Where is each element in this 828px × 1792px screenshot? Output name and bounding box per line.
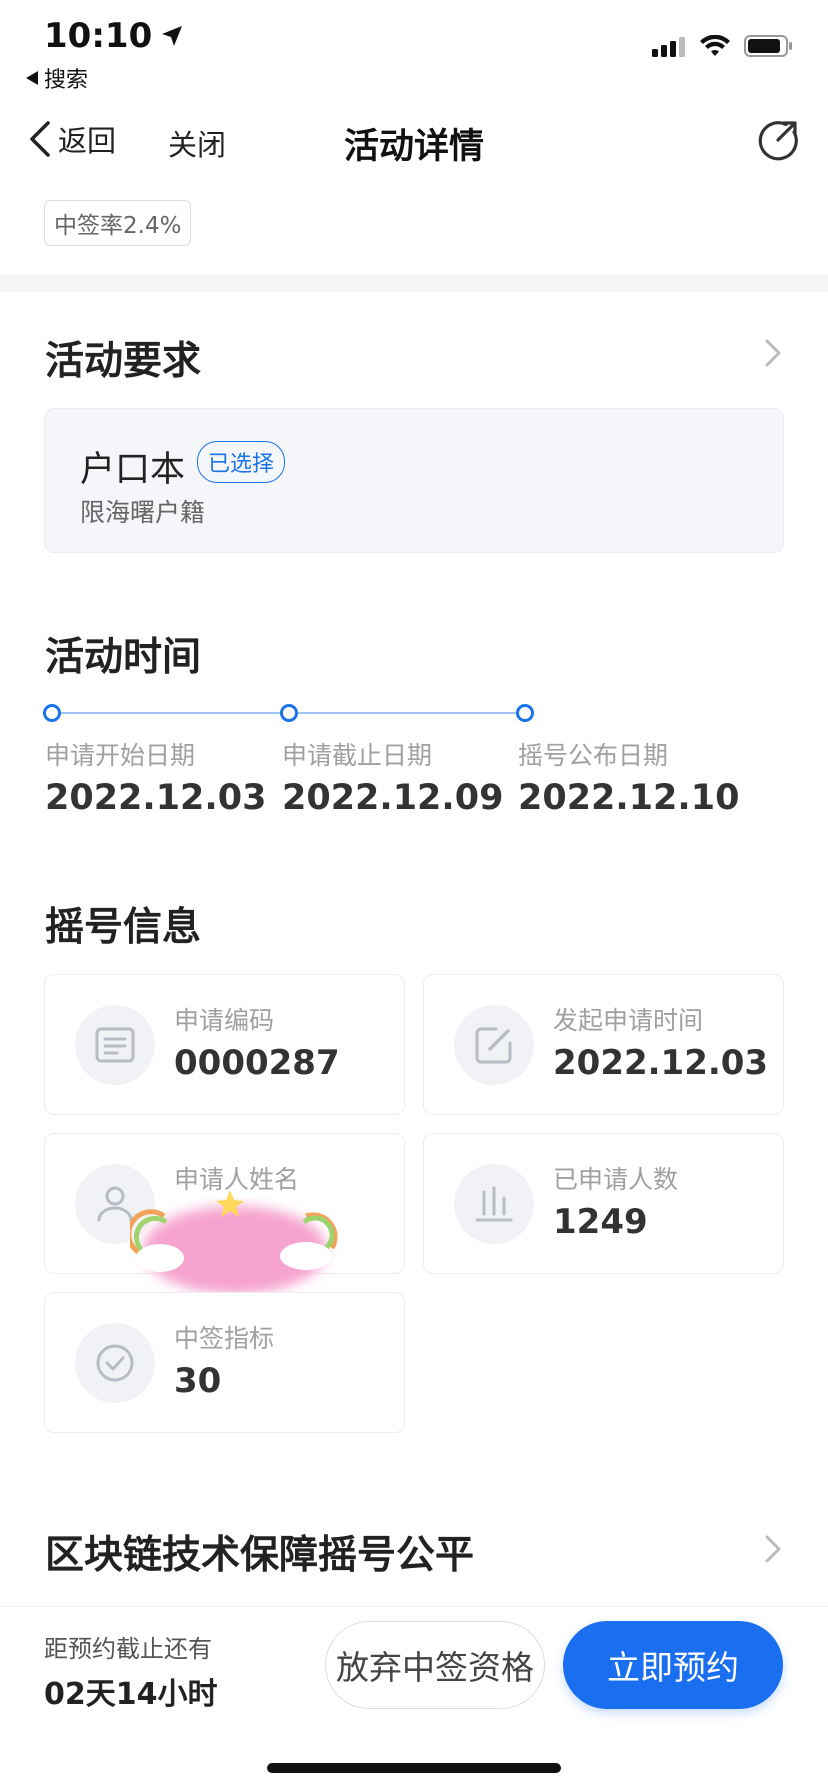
schedule-title: 活动时间: [45, 635, 202, 680]
info-value: 30: [174, 1361, 222, 1401]
info-icon-wrap: [454, 1164, 534, 1244]
wifi-icon: [700, 35, 730, 56]
chevron-right-icon: [765, 1535, 781, 1563]
timeline-date: 2022.12.09: [282, 778, 504, 818]
document-icon: [95, 1027, 135, 1063]
info-card-application-time: 发起申请时间 2022.12.03: [423, 974, 784, 1115]
book-now-button[interactable]: 立即预约: [563, 1621, 783, 1709]
home-indicator: [267, 1763, 561, 1773]
win-rate-badge: 中签率2.4%: [44, 200, 192, 246]
timeline-dot-1: [43, 704, 61, 722]
requirement-name: 户口本: [80, 450, 186, 490]
info-card-application-code: 申请编码 0000287: [44, 974, 405, 1115]
info-value: 1249: [553, 1202, 648, 1242]
requirements-more-button[interactable]: [764, 338, 782, 372]
chevron-right-icon: [765, 339, 781, 367]
info-label: 申请编码: [174, 1006, 275, 1035]
timeline-label: 申请开始日期: [45, 741, 196, 770]
info-card-applicant-count: 已申请人数 1249: [423, 1133, 784, 1274]
blockchain-more-button[interactable]: [764, 1534, 782, 1568]
info-icon-wrap: [75, 1323, 155, 1403]
check-circle-icon: [96, 1344, 134, 1382]
status-time: 10:10: [44, 16, 184, 56]
info-card-quota: 中签指标 30: [44, 1292, 405, 1433]
timeline-line-2: [298, 712, 518, 714]
share-button[interactable]: [756, 118, 800, 166]
info-label: 已申请人数: [553, 1165, 679, 1194]
blockchain-title: 区块链技术保障摇号公平: [45, 1533, 475, 1578]
nav-bar: 返回 关闭 活动详情: [0, 108, 828, 172]
status-back-label: 搜索: [44, 68, 89, 93]
status-back-to-app[interactable]: 搜索: [26, 62, 88, 94]
requirement-selected-tag: 已选择: [197, 441, 286, 483]
status-time-text: 10:10: [44, 16, 153, 56]
info-icon-wrap: [75, 1005, 155, 1085]
requirement-desc: 限海曙户籍: [80, 498, 206, 527]
requirement-card: 户口本 已选择 限海曙户籍: [44, 408, 784, 553]
battery-icon: [744, 35, 792, 57]
location-arrow-icon: [162, 26, 183, 46]
bar-chart-icon: [475, 1186, 513, 1222]
page-title: 活动详情: [343, 127, 484, 167]
timeline-dot-2: [280, 704, 298, 722]
timeline-label: 摇号公布日期: [518, 741, 669, 770]
timeline-line-1: [60, 712, 282, 714]
info-label: 中签指标: [174, 1324, 275, 1353]
info-value: 0000287: [174, 1043, 340, 1083]
cellular-signal-icon: [652, 37, 685, 57]
give-up-button[interactable]: 放弃中签资格: [325, 1621, 545, 1709]
status-indicators: [652, 34, 794, 58]
lottery-info-title: 摇号信息: [45, 905, 202, 950]
info-label: 发起申请时间: [553, 1006, 704, 1035]
requirements-title: 活动要求: [45, 339, 202, 384]
timeline-date: 2022.12.03: [45, 778, 267, 818]
share-icon: [758, 121, 798, 161]
back-triangle-icon: [26, 71, 38, 85]
privacy-blur-sticker: [130, 1190, 338, 1294]
timeline-date: 2022.12.10: [518, 778, 740, 818]
timeline-label: 申请截止日期: [282, 741, 433, 770]
timeline-dot-3: [516, 704, 534, 722]
section-divider: [0, 274, 828, 292]
info-value: 2022.12.03: [553, 1043, 769, 1083]
countdown-label: 距预约截止还有: [44, 1635, 212, 1663]
countdown-value: 02天14小时: [44, 1677, 218, 1712]
edit-icon: [475, 1027, 512, 1064]
info-icon-wrap: [454, 1005, 534, 1085]
